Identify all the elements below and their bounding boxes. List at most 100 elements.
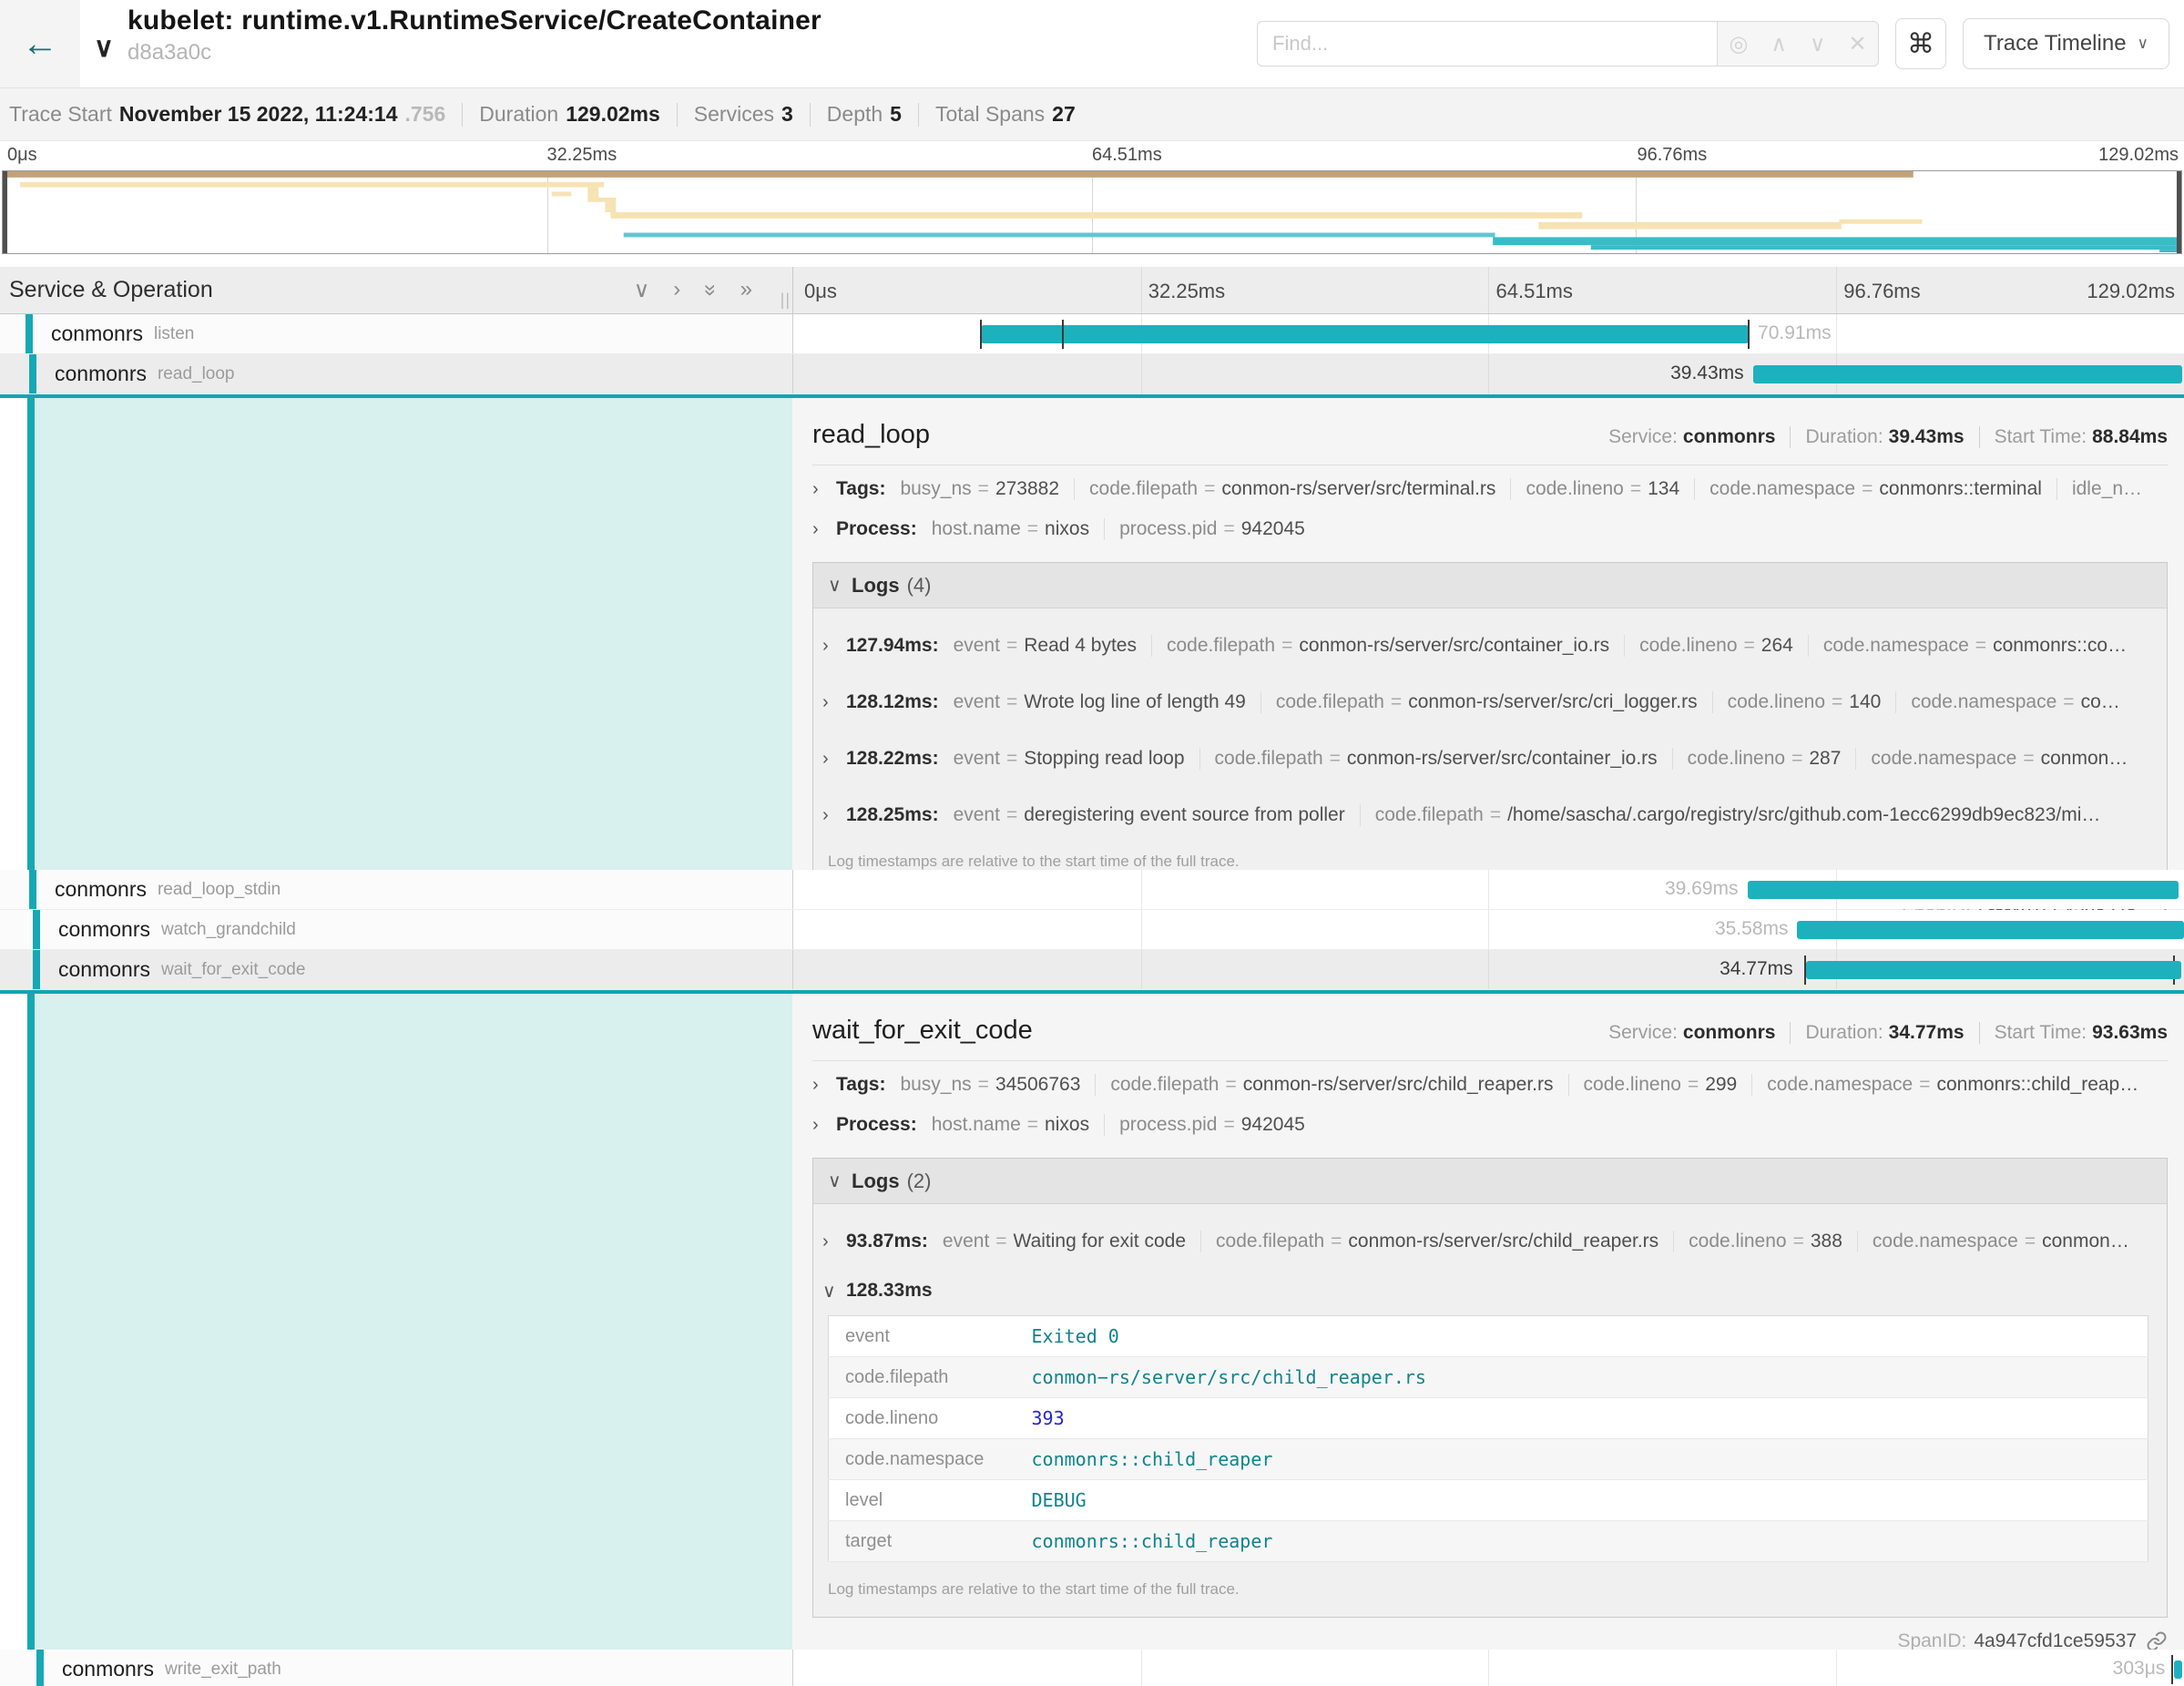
log-entry[interactable]: › 127.94ms: event=Read 4 bytes code.file… [822, 618, 2152, 674]
service-color-accent [33, 910, 40, 949]
log-timestamp: 128.12ms: [846, 691, 939, 713]
duration-label: Duration: [1805, 1022, 1883, 1044]
detail-gutter [0, 398, 27, 870]
equals-sign: = [1688, 1074, 1699, 1096]
table-row: code.filepath conmon−rs/server/src/child… [829, 1357, 2148, 1398]
span-row-write-exit-path[interactable]: conmonrs write_exit_path 303μs [0, 1650, 2184, 1686]
log-key: code.filepath [1276, 691, 1384, 713]
detail-gutter [0, 994, 27, 1650]
chevron-right-icon: › [822, 805, 835, 826]
equals-sign: = [1006, 635, 1017, 657]
service-operation-title: Service & Operation [9, 277, 213, 303]
span-row-watch-grandchild[interactable]: conmonrs watch_grandchild 35.58ms [0, 910, 2184, 950]
process-key: process.pid [1119, 518, 1217, 540]
minimap-canvas[interactable] [2, 170, 2182, 254]
services-label: Services [694, 102, 774, 127]
log-entry[interactable]: › 128.22ms: event=Stopping read loop cod… [822, 731, 2152, 787]
total-spans-value: 27 [1052, 102, 1076, 127]
locate-icon[interactable]: ◎ [1730, 31, 1749, 57]
collapse-all-icon[interactable]: » [697, 284, 723, 296]
log-marker [1748, 320, 1750, 349]
trace-collapse-toggle[interactable]: ∨ [80, 0, 128, 87]
equals-sign: = [1225, 1074, 1236, 1096]
tag-key: busy_ns [900, 478, 971, 500]
log-entry[interactable]: › 128.12ms: event=Wrote log line of leng… [822, 674, 2152, 731]
page-title: kubelet: runtime.v1.RuntimeService/Creat… [128, 5, 1257, 36]
chevron-right-icon: › [812, 519, 825, 540]
duration-label: Duration: [1805, 426, 1883, 448]
table-row: level DEBUG [829, 1480, 2148, 1521]
span-bar[interactable] [2174, 1660, 2182, 1679]
detail-indent-column [27, 994, 792, 1650]
span-bar[interactable] [1806, 961, 2181, 979]
trace-view: ← ∨ kubelet: runtime.v1.RuntimeService/C… [0, 0, 2184, 1686]
chevron-right-icon: › [812, 1075, 825, 1096]
service-color-accent [29, 354, 36, 393]
logs-header[interactable]: ∨ Logs (2) [813, 1159, 2167, 1204]
minimap-left-scrubber[interactable] [3, 171, 7, 253]
span-bar[interactable] [1753, 365, 2183, 383]
operation-name: write_exit_path [165, 1660, 281, 1680]
table-row: target conmonrs::child_reaper [829, 1521, 2148, 1562]
span-table-header: Service & Operation ∨ › » » || 0μs 32.25… [0, 267, 2184, 314]
log-value: 264 [1761, 635, 1793, 657]
equals-sign: = [1490, 804, 1501, 826]
logs-count: (4) [907, 574, 932, 598]
log-key: code.lineno [1689, 1231, 1786, 1252]
log-entry[interactable]: › 93.87ms: event=Waiting for exit code c… [822, 1213, 2152, 1270]
process-row[interactable]: › Process: host.name=nixos process.pid=9… [812, 1105, 2168, 1145]
keyboard-shortcuts-button[interactable]: ⌘ [1895, 18, 1946, 69]
log-key: event [954, 635, 1000, 657]
span-row-read-loop-stdin[interactable]: conmonrs read_loop_stdin 39.69ms [0, 870, 2184, 910]
tag-key: code.filepath [1089, 478, 1198, 500]
divider [810, 103, 811, 127]
log-key: code.filepath [1215, 748, 1323, 770]
span-duration-label: 39.69ms [1665, 878, 1739, 900]
view-selector-label: Trace Timeline [1984, 31, 2127, 56]
minimap-right-scrubber[interactable] [2177, 171, 2181, 253]
span-detail-title: read_loop [812, 420, 930, 450]
expand-one-icon[interactable]: › [673, 277, 680, 303]
service-value: conmonrs [1683, 426, 1776, 448]
clear-search-icon[interactable]: ✕ [1848, 31, 1866, 57]
field-value: conmonrs::child_reaper [1015, 1521, 2148, 1562]
view-selector-button[interactable]: Trace Timeline ∨ [1963, 18, 2169, 69]
next-match-icon[interactable]: ∨ [1810, 31, 1826, 57]
trace-minimap: 0μs 32.25ms 64.51ms 96.76ms 129.02ms [0, 141, 2184, 261]
process-row[interactable]: › Process: host.name=nixos process.pid=9… [812, 509, 2168, 549]
trace-start-label: Trace Start [9, 102, 112, 127]
log-key: code.lineno [1728, 691, 1825, 713]
depth-value: 5 [890, 102, 902, 127]
back-button[interactable]: ← [0, 0, 80, 87]
span-bar[interactable] [1797, 921, 2184, 939]
equals-sign: = [2023, 748, 2034, 770]
span-bar[interactable] [981, 325, 1749, 343]
tick-label: 0μs [7, 145, 37, 166]
divider [1790, 426, 1791, 448]
tick-label: 96.76ms [1843, 280, 1920, 303]
detail-indent-column [27, 398, 792, 870]
span-bar[interactable] [1748, 881, 2179, 899]
span-row-wait-for-exit-code[interactable]: conmonrs wait_for_exit_code 34.77ms [0, 950, 2184, 990]
collapse-one-icon[interactable]: ∨ [634, 277, 650, 303]
span-row-listen[interactable]: conmonrs listen 70.91ms [0, 314, 2184, 354]
log-timestamp: 128.22ms: [846, 748, 939, 770]
log-entry[interactable]: › 128.25ms: event=deregistering event so… [822, 787, 2152, 843]
logs-header[interactable]: ∨ Logs (4) [813, 563, 2167, 608]
tags-row[interactable]: › Tags: busy_ns=34506763 code.filepath=c… [812, 1065, 2168, 1105]
process-key: host.name [932, 1114, 1021, 1136]
expand-all-icon[interactable]: » [740, 277, 752, 303]
log-entry-expanded-header[interactable]: ∨ 128.33ms [822, 1270, 2152, 1312]
span-row-read-loop[interactable]: conmonrs read_loop 39.43ms [0, 354, 2184, 394]
command-icon: ⌘ [1907, 28, 1934, 60]
log-key: code.filepath [1375, 804, 1484, 826]
tags-row[interactable]: › Tags: busy_ns=273882 code.filepath=con… [812, 469, 2168, 509]
total-spans-label: Total Spans [935, 102, 1045, 127]
service-operation-header: Service & Operation ∨ › » » || [0, 267, 792, 313]
log-value: conmon… [2041, 748, 2128, 770]
equals-sign: = [1793, 1231, 1804, 1252]
column-resize-handle[interactable]: || [781, 291, 791, 310]
find-input[interactable] [1257, 21, 1717, 66]
log-value: conmon… [2042, 1231, 2129, 1252]
prev-match-icon[interactable]: ∧ [1771, 31, 1787, 57]
